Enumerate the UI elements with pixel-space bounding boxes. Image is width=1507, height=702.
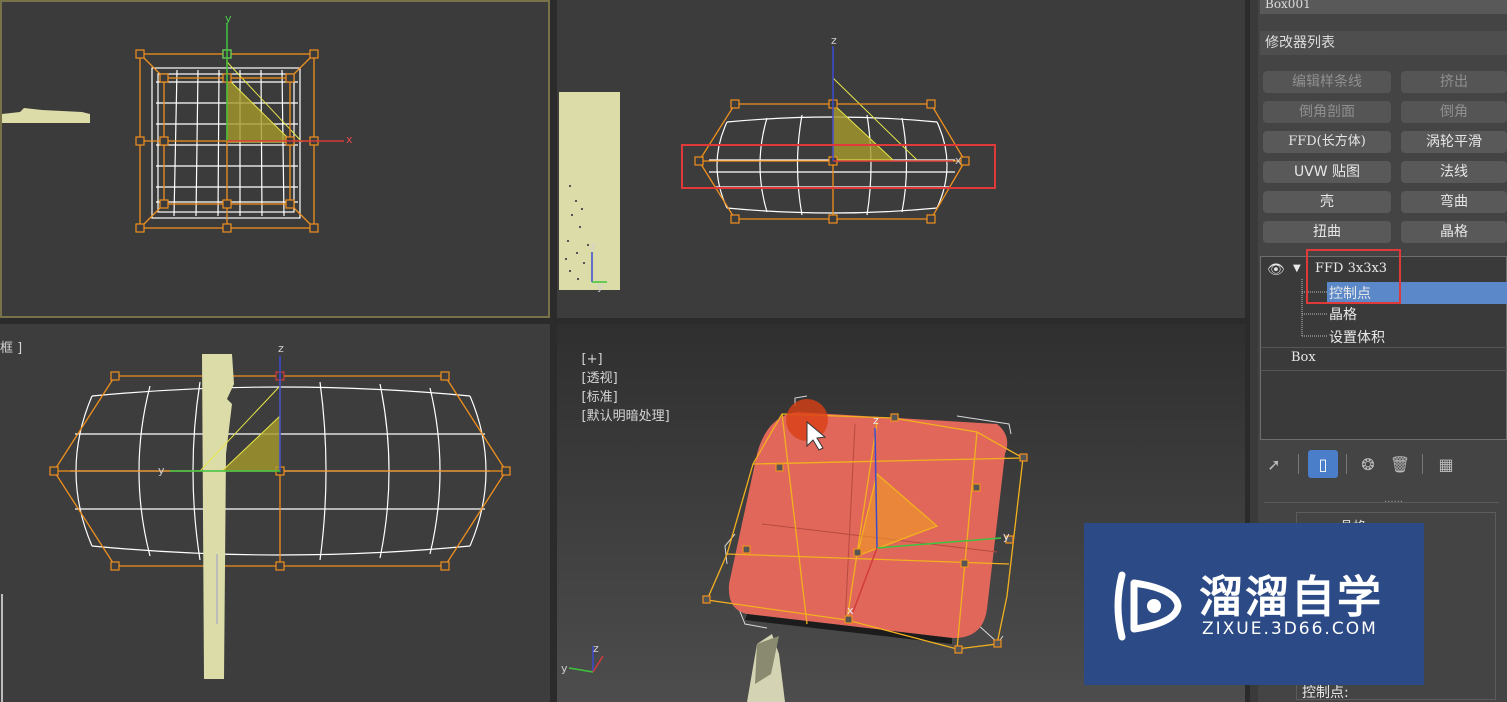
modifier-button-edit-spline[interactable]: 编辑样条线 bbox=[1263, 71, 1391, 93]
gizmo-plane bbox=[220, 414, 281, 472]
watermark-title: 溜溜自学 bbox=[1199, 572, 1383, 623]
pin-stack-icon[interactable]: ➚ bbox=[1262, 452, 1286, 476]
left-view-drawing: z y bbox=[1, 342, 511, 702]
modifier-button-bend[interactable]: 弯曲 bbox=[1401, 191, 1507, 213]
toolbar-separator bbox=[1422, 454, 1423, 474]
eye-visibility-icon[interactable]: 👁 bbox=[1267, 262, 1285, 278]
rollout-separator: ...... bbox=[1384, 494, 1404, 505]
make-unique-icon[interactable]: ❂ bbox=[1356, 452, 1380, 476]
modifier-button-bevel[interactable]: 倒角 bbox=[1401, 101, 1507, 123]
axis-label-x: x bbox=[346, 133, 353, 146]
modifier-button-ffd-box[interactable]: FFD(长方体) bbox=[1263, 131, 1391, 153]
watermark-overlay: 溜溜自学 ZIXUE.3D66.COM bbox=[1084, 523, 1424, 685]
stack-base-row[interactable]: Box bbox=[1261, 347, 1507, 371]
stack-subobject-set-volume[interactable]: 设置体积 bbox=[1329, 327, 1385, 347]
top-view-drawing: y x bbox=[2, 12, 353, 233]
stack-subobject-lattice[interactable]: 晶格 bbox=[1329, 304, 1357, 324]
axis-label-y: y bbox=[158, 464, 165, 477]
axis-label-z: z bbox=[873, 414, 879, 427]
watermark-logo-icon bbox=[1114, 571, 1182, 641]
toolbar-separator bbox=[1298, 454, 1299, 474]
object-name-field[interactable]: Box001 bbox=[1260, 0, 1507, 14]
mini-axis-z: z bbox=[590, 240, 596, 253]
viewport-top[interactable]: y x bbox=[0, 0, 550, 318]
viewport-front[interactable]: z x z y bbox=[557, 0, 1245, 318]
viewport-left[interactable]: 框 ] z y bbox=[0, 324, 550, 702]
modifier-button-turbosmooth[interactable]: 涡轮平滑 bbox=[1401, 131, 1507, 153]
modifier-button-twist[interactable]: 扭曲 bbox=[1263, 221, 1391, 243]
watermark-url: ZIXUE.3D66.COM bbox=[1202, 619, 1378, 639]
modifier-button-extrude[interactable]: 挤出 bbox=[1401, 71, 1507, 93]
modifier-button-normal[interactable]: 法线 bbox=[1401, 161, 1507, 183]
modifier-button-lattice[interactable]: 晶格 bbox=[1401, 221, 1507, 243]
axis-label-z: z bbox=[278, 342, 284, 355]
modifier-list-dropdown[interactable]: 修改器列表 bbox=[1260, 31, 1507, 55]
stack-ffd-highlight bbox=[1306, 249, 1401, 304]
control-points-group-label: 控制点: bbox=[1302, 685, 1349, 701]
expand-triangle-icon[interactable]: ▼ bbox=[1293, 263, 1301, 274]
axis-label-y: y bbox=[225, 12, 232, 25]
show-end-result-icon[interactable]: ▯ bbox=[1308, 450, 1338, 478]
axis-label-y: y bbox=[1003, 530, 1010, 543]
modifier-button-shell[interactable]: 壳 bbox=[1263, 191, 1391, 213]
scene-object-panel bbox=[559, 92, 620, 290]
configure-modifier-sets-icon[interactable]: ▦ bbox=[1434, 452, 1458, 476]
box-mesh-top bbox=[151, 67, 301, 219]
modifier-button-uvw-map[interactable]: UVW 贴图 bbox=[1263, 161, 1391, 183]
axis-label-z: z bbox=[831, 34, 837, 47]
modifier-button-bevel-profile[interactable]: 倒角剖面 bbox=[1263, 101, 1391, 123]
toolbar-separator bbox=[1346, 454, 1347, 474]
remove-modifier-icon[interactable]: 🗑 bbox=[1388, 452, 1412, 476]
scene-object-column bbox=[202, 354, 234, 679]
scene-object-sliver bbox=[2, 108, 90, 123]
mini-axis-z: z bbox=[593, 642, 599, 655]
lattice-row-highlight bbox=[681, 144, 996, 189]
stack-base-box[interactable]: Box bbox=[1291, 350, 1316, 365]
mini-axis-y: y bbox=[561, 662, 568, 675]
axis-label-x: x bbox=[847, 604, 854, 617]
mini-axis-y: y bbox=[597, 280, 604, 293]
